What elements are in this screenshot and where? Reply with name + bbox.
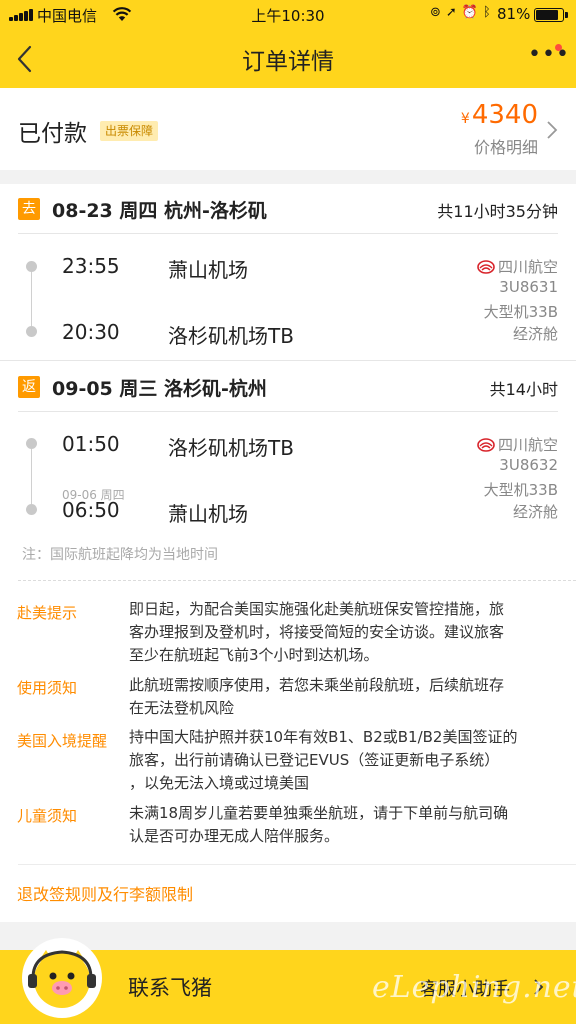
local-time-note: 注：国际航班起降均为当地时间 (22, 547, 218, 563)
contact-feizhu-button[interactable]: 联系飞猪 (128, 972, 212, 1002)
airline-name: 四川航空 (497, 436, 558, 454)
return-segment-header: 返 09-05 周三 洛杉矶-杭州 共14小时 (0, 362, 576, 412)
rotation-lock-icon: ⊚ (430, 5, 446, 20)
tip-text: 此航班需按顺序使用，若您未乘坐前段航班，后续航班存 在无法登机风险 (129, 676, 505, 717)
order-status: 已付款 (18, 121, 87, 147)
outbound-depart-airport: 萧山机场 (168, 258, 248, 282)
return-depart-airport: 洛杉矶机场TB (168, 436, 294, 460)
guarantee-badge: 出票保障 (100, 121, 159, 141)
outbound-depart-time: 23:55 (62, 254, 120, 278)
divider (18, 411, 558, 412)
return-aircraft: 大型机33B (483, 481, 558, 499)
flight-details-card: 去 08-23 周四 杭州-洛杉矶 共11小时35分钟 23:55 萧山机场 2… (0, 184, 576, 922)
sichuan-airlines-logo-icon (477, 260, 495, 274)
tip-text: 持中国大陆护照并获10年有效B1、B2或B1/B2美国签证的 旅客，出行前请确认已… (129, 728, 518, 792)
return-duration: 共14小时 (489, 380, 558, 399)
battery-icon (534, 8, 568, 22)
tip-label: 赴美提示 (17, 604, 78, 622)
airline-name: 四川航空 (497, 258, 558, 276)
tip-text: 即日起，为配合美国实施强化赴美航班保安管控措施，旅 客办理报到及登机时，将接受简短… (129, 600, 505, 664)
status-icons: ⊚➚⏰ᛒ (430, 5, 496, 20)
watermark: eLephing.net (372, 970, 576, 1005)
outbound-cabin: 经济舱 (512, 325, 558, 343)
location-icon: ➚ (445, 5, 462, 20)
timeline-line (31, 272, 32, 326)
tip-label: 美国入境提醒 (17, 732, 108, 750)
more-dots-icon[interactable]: ••• (528, 44, 569, 66)
chevron-right-icon[interactable] (546, 120, 558, 140)
return-airline: 四川航空 (477, 434, 558, 455)
top-bar: 中国电信 上午10:30 ⊚➚⏰ᛒ 81% 订单详情 ••• (0, 0, 576, 88)
return-cabin: 经济舱 (512, 503, 558, 521)
return-tag: 返 (18, 376, 40, 398)
price-value: 4340 (471, 100, 538, 130)
outbound-duration: 共11小时35分钟 (437, 202, 558, 221)
nav-bar: 订单详情 ••• (0, 30, 576, 88)
sichuan-airlines-logo-icon (477, 438, 495, 452)
arrive-dot (26, 504, 37, 515)
order-status-card: 已付款 出票保障 ¥4340 价格明细 (0, 88, 576, 170)
status-bar: 中国电信 上午10:30 ⊚➚⏰ᛒ 81% (0, 0, 576, 30)
outbound-segment-header: 去 08-23 周四 杭州-洛杉矶 共11小时35分钟 (0, 184, 576, 234)
outbound-arrive-airport: 洛杉矶机场TB (168, 324, 294, 348)
dashed-divider (18, 580, 576, 581)
tip-label: 儿童须知 (17, 807, 78, 825)
outbound-airline: 四川航空 (477, 256, 558, 277)
battery-percent: 81% (497, 5, 531, 23)
bluetooth-icon: ᛒ (483, 5, 496, 20)
price-detail-link[interactable]: 价格明细 (474, 134, 538, 158)
return-arrive-airport: 萧山机场 (168, 502, 248, 526)
return-arrive-time: 06:50 (62, 498, 120, 522)
page-title: 订单详情 (242, 49, 334, 75)
currency-symbol: ¥ (460, 111, 470, 127)
depart-dot (26, 261, 37, 272)
divider (0, 360, 576, 361)
tip-label: 使用须知 (17, 679, 78, 697)
refund-rules-link[interactable]: 退改签规则及行李额限制 (17, 881, 193, 905)
outbound-aircraft: 大型机33B (483, 303, 558, 321)
total-price[interactable]: ¥4340 (461, 100, 538, 130)
outbound-arrive-time: 20:30 (62, 320, 120, 344)
return-flight-no: 3U8632 (499, 456, 558, 474)
depart-dot (26, 438, 37, 449)
alarm-icon: ⏰ (461, 5, 483, 20)
timeline-line (31, 449, 32, 504)
divider (18, 864, 576, 865)
return-depart-time: 01:50 (62, 432, 120, 456)
divider (18, 233, 558, 234)
outbound-title: 08-23 周四 杭州-洛杉矶 (52, 200, 267, 222)
outbound-flight-no: 3U8631 (499, 278, 558, 296)
pig-mascot-avatar[interactable] (20, 936, 104, 1020)
arrive-dot (26, 326, 37, 337)
notification-dot (555, 44, 562, 51)
tip-text: 未满18周岁儿童若要单独乘坐航班，请于下单前与航司确 认是否可办理无成人陪伴服务。 (129, 804, 509, 845)
outbound-tag: 去 (18, 198, 40, 220)
return-title: 09-05 周三 洛杉矶-杭州 (52, 378, 267, 400)
bottom-bar: 联系飞猪 客服小助手 eLephing.net (0, 938, 576, 1024)
